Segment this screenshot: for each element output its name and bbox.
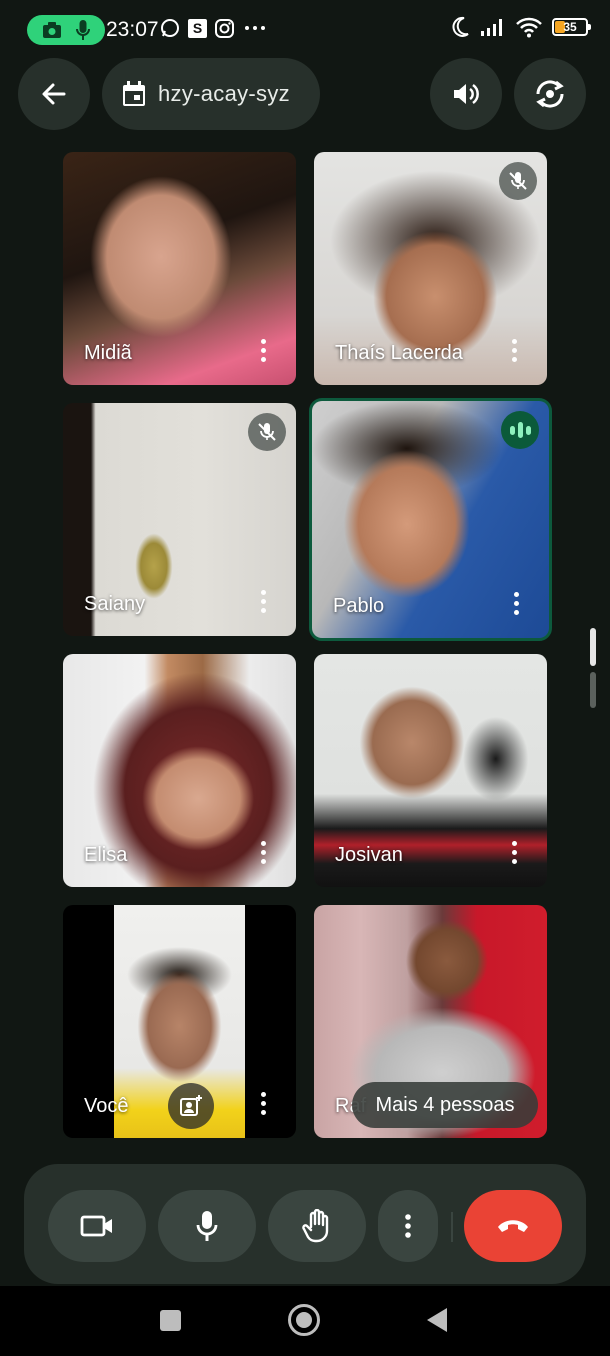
participant-tile[interactable]: Midiã [63,152,296,385]
recording-indicator[interactable] [27,15,105,45]
battery-icon: 35 [552,18,591,36]
microphone-icon [196,1211,218,1241]
wifi-icon [516,17,542,38]
participant-options-button[interactable] [248,1086,278,1120]
speaker-icon [454,83,479,105]
audio-output-button[interactable] [430,58,502,130]
meeting-info-button[interactable]: hzy-acay-syz [102,58,320,130]
mic-icon [76,20,90,40]
signal-icon [481,19,502,36]
back-nav-button[interactable] [427,1308,447,1332]
muted-indicator [499,162,537,200]
participant-name: Você [84,1095,129,1117]
microphone-toggle-button[interactable] [158,1190,256,1262]
participant-tile[interactable]: Elisa [63,654,296,887]
participant-options-button[interactable] [248,584,278,618]
participant-name: Midiã [84,342,132,364]
back-button[interactable] [18,58,90,130]
raise-hand-button[interactable] [268,1190,366,1262]
mic-off-icon [509,172,527,190]
participant-options-button[interactable] [248,835,278,869]
whatsapp-icon [161,19,179,37]
effects-button[interactable] [168,1083,214,1129]
participant-name: Saiany [84,593,146,615]
divider [451,1212,453,1242]
more-options-button[interactable] [378,1190,438,1262]
effects-icon [180,1095,202,1116]
self-view-tile[interactable]: Você [63,905,296,1138]
hand-icon [302,1209,329,1243]
participant-options-button[interactable] [248,333,278,367]
participant-options-button[interactable] [499,835,529,869]
participant-options-button[interactable] [499,333,529,367]
participant-name: Elisa [84,844,128,866]
calendar-icon [123,81,145,106]
video-camera-icon [80,1215,112,1237]
participant-options-button[interactable] [501,586,531,620]
s-icon: S [188,18,207,38]
camera-icon [43,22,61,38]
more-icon [245,26,265,30]
home-button[interactable] [288,1304,320,1336]
instagram-icon [215,18,234,38]
participant-tile[interactable]: Thaís Lacerda [314,152,547,385]
arrow-left-icon [42,83,66,105]
hang-up-icon [498,1220,528,1232]
call-controls-bar [24,1164,586,1284]
mic-off-icon [258,423,276,441]
clock: 23:07 [106,18,159,41]
system-navigation-bar [0,1286,610,1356]
camera-switch-icon [536,80,564,108]
scrollbar-track [590,672,596,708]
participant-name: Thaís Lacerda [335,342,463,364]
participant-name: Josivan [335,844,403,866]
muted-indicator [248,413,286,451]
speaking-indicator [501,411,539,449]
participant-tile[interactable]: Josivan [314,654,547,887]
more-participants-button[interactable]: Mais 4 pessoas [352,1082,538,1128]
recent-apps-button[interactable] [160,1310,181,1331]
moon-icon [452,16,469,37]
participant-tile[interactable]: Saiany [63,403,296,636]
participant-name: Pablo [333,595,385,617]
status-bar: 23:07 S 35 [0,0,610,60]
end-call-button[interactable] [464,1190,562,1262]
participant-tile-active-speaker[interactable]: Pablo [309,398,552,641]
camera-toggle-button[interactable] [48,1190,146,1262]
scrollbar-thumb[interactable] [590,628,596,666]
more-vertical-icon [405,1214,411,1238]
switch-camera-button[interactable] [514,58,586,130]
meeting-code: hzy-acay-syz [158,81,290,106]
